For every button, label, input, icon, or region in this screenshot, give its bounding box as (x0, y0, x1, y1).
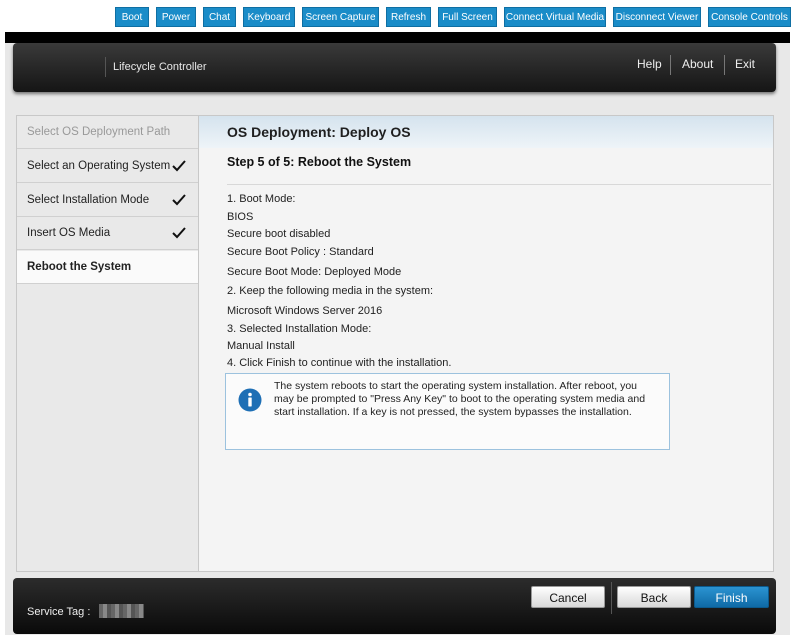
wizard-steps-sidebar: Select OS Deployment Path Select an Oper… (16, 115, 199, 572)
keyboard-button[interactable]: Keyboard (243, 7, 295, 27)
header-divider (724, 55, 725, 75)
help-link[interactable]: Help (637, 57, 662, 71)
footer-bar: Service Tag : Cancel Back Finish (13, 578, 776, 634)
summary-line: Secure boot disabled (227, 228, 331, 240)
sidebar-item-label: Reboot the System (27, 261, 132, 273)
main-content: OS Deployment: Deploy OS Step 5 of 5: Re… (198, 115, 774, 572)
sidebar-item-reboot[interactable]: Reboot the System (17, 251, 198, 284)
header-divider (670, 55, 671, 75)
summary-line: Secure Boot Mode: Deployed Mode (227, 266, 402, 278)
exit-link[interactable]: Exit (735, 57, 755, 71)
summary-line: 2. Keep the following media in the syste… (227, 285, 434, 297)
viewer-toolbar: Boot Power Chat Keyboard Screen Capture … (0, 0, 793, 32)
summary-line: BIOS (227, 211, 254, 223)
about-link[interactable]: About (682, 57, 713, 71)
back-button[interactable]: Back (617, 586, 691, 608)
app-header: Lifecycle Controller Help About Exit (13, 43, 776, 92)
divider (227, 184, 771, 185)
connect-virtual-media-button[interactable]: Connect Virtual Media (504, 7, 606, 27)
checkmark-icon (172, 160, 186, 172)
chat-button[interactable]: Chat (203, 7, 236, 27)
cancel-button[interactable]: Cancel (531, 586, 605, 608)
sidebar-item-label: Select OS Deployment Path (27, 126, 171, 138)
info-message-box: The system reboots to start the operatin… (225, 373, 670, 450)
summary-line: Microsoft Windows Server 2016 (227, 305, 383, 317)
summary-line: 4. Click Finish to continue with the ins… (227, 357, 452, 369)
sidebar-item-label: Select Installation Mode (27, 194, 150, 206)
sidebar-item-os-deployment-path: Select OS Deployment Path (17, 116, 198, 149)
header-separator (105, 57, 106, 77)
summary-line: 1. Boot Mode: (227, 193, 296, 205)
screen-capture-button[interactable]: Screen Capture (302, 7, 379, 27)
app-title: Lifecycle Controller (113, 61, 207, 73)
sidebar-item-installation-mode[interactable]: Select Installation Mode (17, 184, 198, 217)
summary-line: Manual Install (227, 340, 295, 352)
service-tag-redacted (99, 604, 144, 618)
power-button[interactable]: Power (156, 7, 196, 27)
content-title-bar: OS Deployment: Deploy OS (199, 116, 773, 148)
full-screen-button[interactable]: Full Screen (438, 7, 497, 27)
summary-line: 3. Selected Installation Mode: (227, 323, 372, 335)
summary-line: Secure Boot Policy : Standard (227, 246, 374, 258)
console-controls-button[interactable]: Console Controls (708, 7, 791, 27)
refresh-button[interactable]: Refresh (386, 7, 431, 27)
sidebar-item-insert-media[interactable]: Insert OS Media (17, 217, 198, 250)
checkmark-icon (172, 194, 186, 206)
checkmark-icon (172, 227, 186, 239)
boot-button[interactable]: Boot (115, 7, 149, 27)
page-title: OS Deployment: Deploy OS (227, 124, 411, 140)
sidebar-item-label: Select an Operating System (27, 160, 171, 172)
sidebar-item-label: Insert OS Media (27, 227, 111, 239)
step-title: Step 5 of 5: Reboot the System (227, 155, 412, 169)
finish-button[interactable]: Finish (694, 586, 769, 608)
footer-divider (611, 582, 612, 614)
service-tag-label: Service Tag : (27, 606, 91, 618)
console-frame: Lifecycle Controller Help About Exit Sel… (5, 32, 790, 635)
sidebar-item-select-os[interactable]: Select an Operating System (17, 150, 198, 183)
disconnect-viewer-button[interactable]: Disconnect Viewer (613, 7, 701, 27)
info-icon (238, 388, 262, 412)
info-message-text: The system reboots to start the operatin… (274, 380, 646, 418)
